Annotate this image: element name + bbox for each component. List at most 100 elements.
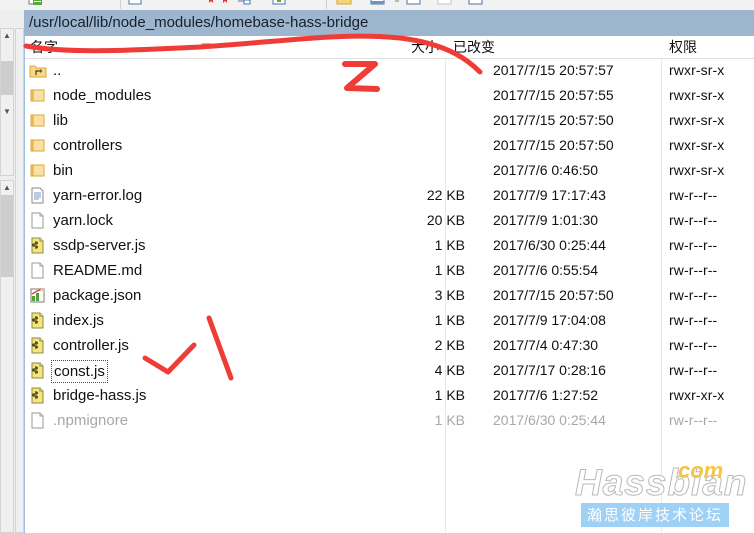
file-modified: 2017/7/15 20:57:57 [493,62,614,78]
grey-dot-icon[interactable] [394,0,400,6]
file-name[interactable]: controller.js [53,333,129,358]
file-list-panel: 名字 大小 已改变 权限 .. 2017/7/15 20:57:57 rwxr-sr… [24,36,754,533]
file-permissions: rwxr-sr-x [669,137,725,153]
file-permissions: rw-r--r-- [669,287,718,303]
new-folder-icon[interactable] [28,0,44,6]
bookmark-red-icon[interactable] [207,0,215,6]
file-name[interactable]: lib [53,108,68,133]
file-permissions: rwxr-xr-x [669,387,725,403]
table-row[interactable]: controllers 2017/7/15 20:57:50 rwxr-sr-x [25,133,754,158]
table-row[interactable]: ssdp-server.js 1 KB 2017/6/30 0:25:44 rw-r-… [25,233,754,258]
path-bar[interactable]: /usr/local/lib/node_modules/homebase-has… [24,10,754,36]
json-file-icon [29,287,47,304]
js-file-icon [29,237,47,254]
js-file-icon [29,387,47,404]
file-modified: 2017/7/4 0:47:30 [493,337,599,353]
column-header-modified[interactable]: 已改变 [453,36,495,58]
table-row[interactable]: index.js 1 KB 2017/7/9 17:04:08 rw-r--r-- [25,308,754,333]
transfer-icon[interactable] [237,0,251,6]
file-modified: 2017/7/15 20:57:55 [493,87,614,103]
file-name[interactable]: node_modules [53,83,151,108]
file-name[interactable]: bridge-hass.js [53,383,146,408]
table-row[interactable]: yarn.lock 20 KB 2017/7/9 1:01:30 rw-r--r-- [25,208,754,233]
blank-file-icon [29,262,47,279]
table-row[interactable]: controller.js 2 KB 2017/7/4 0:47:30 rw-r--r… [25,333,754,358]
file-size: 20 KB [426,212,465,228]
file-permissions: rw-r--r-- [669,237,718,253]
file-name[interactable]: controllers [53,133,122,158]
file-permissions: rw-r--r-- [669,412,718,428]
file-size [355,158,465,183]
left-scrollbar-column: ▲ ▼ ▲ [0,10,24,533]
sort-indicator-icon[interactable] [201,43,211,48]
file-name[interactable]: yarn.lock [53,208,113,233]
file-name[interactable]: package.json [53,283,141,308]
table-row[interactable]: const.js 4 KB 2017/7/17 0:28:16 rw-r--r-- [25,358,754,383]
scroll-up-arrow-2-icon[interactable]: ▲ [1,181,13,195]
table-row[interactable]: package.json 3 KB 2017/7/15 20:57:50 rw-r--… [25,283,754,308]
column-header-size[interactable]: 大小 [411,36,439,58]
blank-file-icon [29,212,47,229]
scroll-down-arrow-icon[interactable]: ▼ [1,105,13,119]
file-permissions: rwxr-sr-x [669,87,725,103]
file-modified: 2017/7/6 1:27:52 [493,387,599,403]
column-header-permissions[interactable]: 权限 [669,36,697,58]
file-modified: 2017/6/30 0:25:44 [493,237,606,253]
file-modified: 2017/7/9 17:04:08 [493,312,606,328]
file-name[interactable]: yarn-error.log [53,183,142,208]
js-file-icon [29,312,47,329]
vertical-scrollbar-secondary[interactable] [15,28,24,533]
file-size: 1 KB [434,387,465,403]
file-size [355,83,465,108]
file-size [355,58,465,83]
blue-box-2-icon[interactable] [468,0,483,6]
watermark-tld-text: com [678,458,724,483]
file-name[interactable]: bin [53,158,73,183]
scrollbar-thumb[interactable] [1,61,13,95]
file-modified: 2017/7/9 1:01:30 [493,212,599,228]
vertical-scrollbar-outer[interactable]: ▲ ▼ [0,28,14,176]
grey-box-icon[interactable] [437,0,452,6]
file-size [355,133,465,158]
file-permissions: rw-r--r-- [669,362,718,378]
js-file-icon [29,362,47,379]
table-row[interactable]: yarn-error.log 22 KB 2017/7/9 17:17:43 rw-r… [25,183,754,208]
blank-file-icon [29,412,47,429]
file-size: 4 KB [434,362,465,378]
table-row[interactable]: README.md 1 KB 2017/7/6 0:55:54 rw-r--r-- [25,258,754,283]
scroll-up-arrow-icon[interactable]: ▲ [1,29,13,43]
bookmark-red-2-icon[interactable] [221,0,229,6]
table-row[interactable]: node_modules 2017/7/15 20:57:55 rwxr-sr-x [25,83,754,108]
log-file-icon [29,187,47,204]
blue-box-icon[interactable] [406,0,421,6]
scrollbar-thumb-2[interactable] [1,195,13,277]
add-green-icon[interactable] [272,0,286,6]
parent-folder-icon [29,62,47,79]
js-file-icon [29,337,47,354]
file-modified: 2017/7/15 20:57:50 [493,287,614,303]
file-size: 2 KB [434,337,465,353]
file-modified: 2017/7/15 20:57:50 [493,112,614,128]
file-name[interactable]: README.md [53,258,142,283]
file-size: 1 KB [434,237,465,253]
file-permissions: rw-r--r-- [669,187,718,203]
file-modified: 2017/7/17 0:28:16 [493,362,606,378]
folder-yellow-icon[interactable] [336,0,352,6]
file-name[interactable]: const.js [51,360,108,383]
table-row[interactable]: bridge-hass.js 1 KB 2017/7/6 1:27:52 rwxr-x… [25,383,754,408]
file-manager-window: ▲ ▼ ▲ /usr/local/lib/node_modules/homeba… [0,0,754,533]
blue-window-icon[interactable] [370,0,385,6]
file-permissions: rw-r--r-- [669,262,718,278]
table-row[interactable]: .. 2017/7/15 20:57:57 rwxr-sr-x [25,58,754,83]
table-row[interactable]: lib 2017/7/15 20:57:50 rwxr-sr-x [25,108,754,133]
file-name[interactable]: .npmignore [53,408,128,433]
vertical-scrollbar-inner[interactable]: ▲ [0,180,14,533]
file-modified: 2017/7/6 0:55:54 [493,262,599,278]
file-name[interactable]: .. [53,58,61,83]
column-header-name[interactable]: 名字 [30,36,58,58]
table-row[interactable]: .npmignore 1 KB 2017/6/30 0:25:44 rw-r--r-- [25,408,754,433]
file-name[interactable]: index.js [53,308,104,333]
open-icon[interactable] [128,0,142,6]
file-name[interactable]: ssdp-server.js [53,233,146,258]
table-row[interactable]: bin 2017/7/6 0:46:50 rwxr-sr-x [25,158,754,183]
